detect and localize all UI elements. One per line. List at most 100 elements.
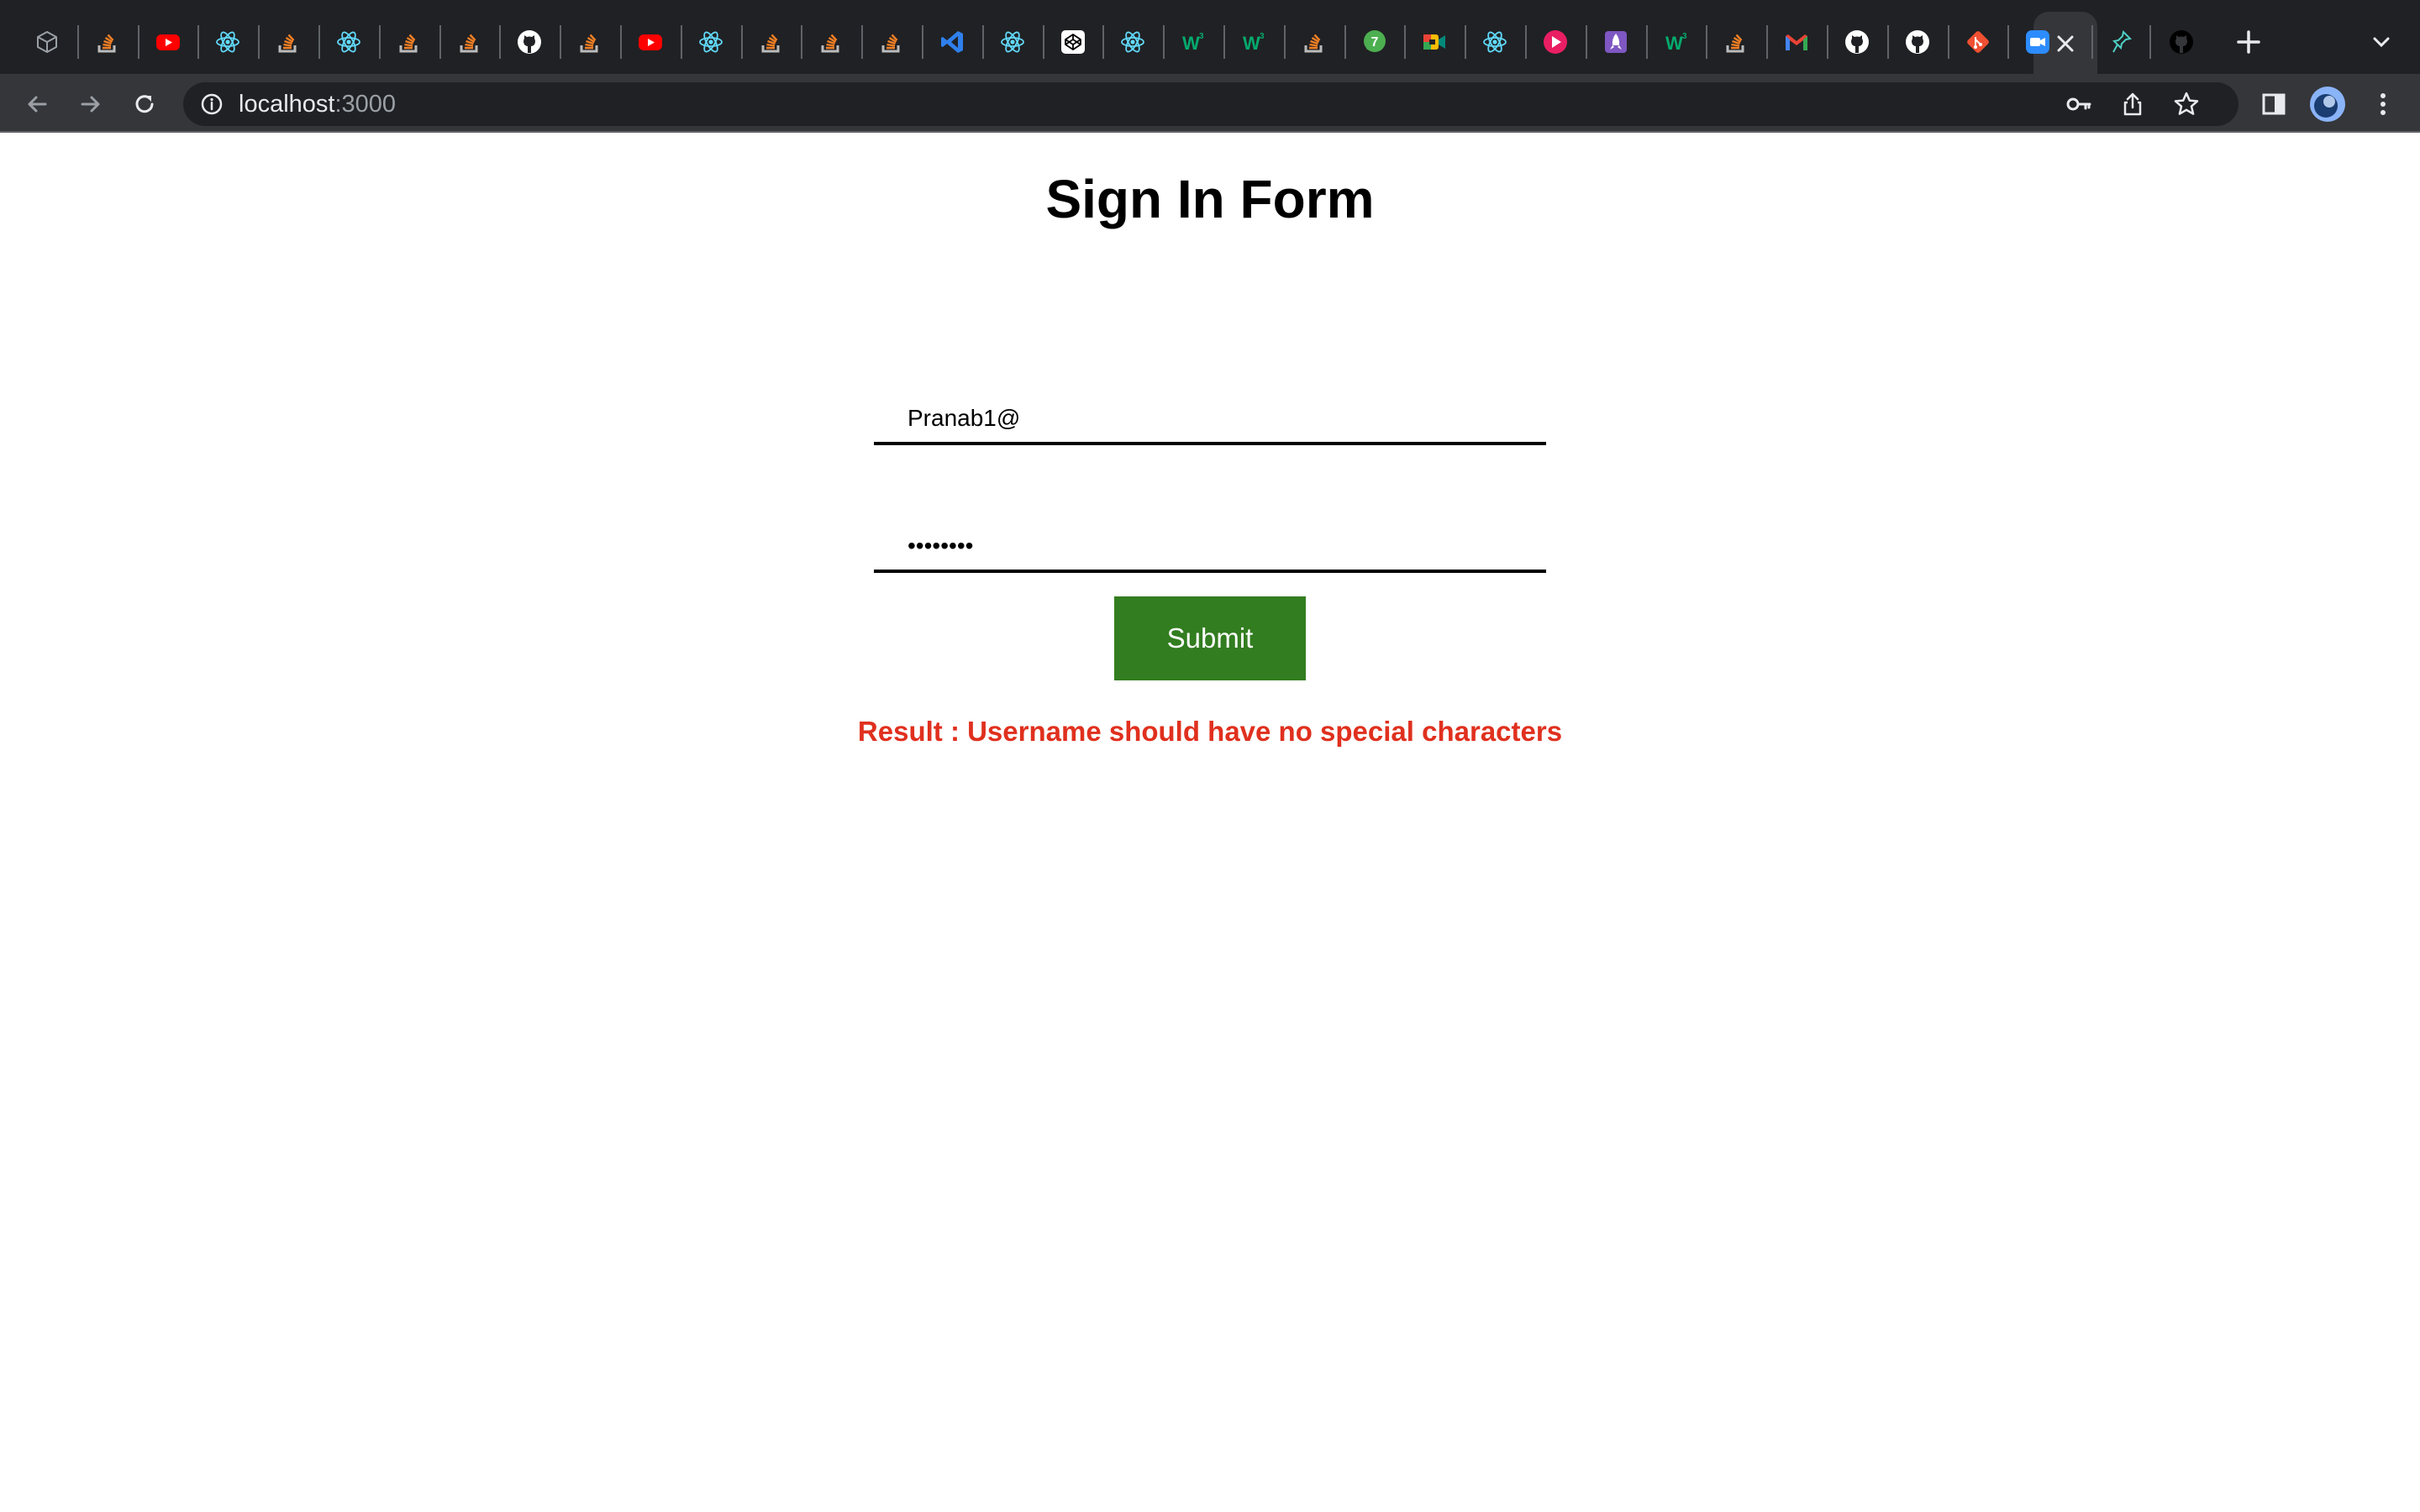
stackoverflow-icon <box>399 34 418 53</box>
avatar <box>2310 87 2345 122</box>
url-port: :3000 <box>334 91 397 118</box>
profile-button[interactable] <box>2309 86 2346 123</box>
gmail-icon <box>1786 34 1807 50</box>
reload-button[interactable] <box>126 86 163 123</box>
tab-separator <box>2091 25 2093 59</box>
youtube-icon <box>639 34 662 50</box>
browser-tab[interactable] <box>623 15 677 69</box>
tab-search-button[interactable] <box>2354 15 2408 69</box>
browser-tab[interactable]: W3 <box>1227 15 1281 69</box>
browser-tab[interactable] <box>1830 15 1884 69</box>
browser-tab[interactable] <box>2011 15 2065 69</box>
stackoverflow-icon <box>881 34 900 53</box>
vscode-icon <box>941 31 963 53</box>
username-input[interactable] <box>874 395 1546 445</box>
browser-tab[interactable] <box>502 15 556 69</box>
tab-separator <box>1525 25 1527 59</box>
back-button[interactable] <box>18 86 55 123</box>
browser-tab[interactable] <box>684 15 738 69</box>
stackoverflow-icon <box>1726 34 1744 53</box>
browser-tab[interactable] <box>1709 15 1763 69</box>
tab-separator <box>741 25 743 59</box>
browser-tab[interactable] <box>201 15 255 69</box>
browser-tab[interactable] <box>1287 15 1341 69</box>
react-icon <box>1483 31 1507 53</box>
react-icon <box>216 31 239 53</box>
password-key-button[interactable] <box>2060 86 2097 123</box>
new-tab-button[interactable] <box>2222 15 2275 69</box>
share-button[interactable] <box>2114 86 2151 123</box>
stackoverflow-icon <box>460 34 478 53</box>
forward-button[interactable] <box>72 86 109 123</box>
share-icon <box>2123 92 2142 116</box>
tab-separator <box>77 25 79 59</box>
browser-tab[interactable] <box>563 15 617 69</box>
reload-icon <box>135 95 154 113</box>
browser-tab[interactable] <box>20 15 74 69</box>
browser-tab[interactable] <box>141 15 195 69</box>
zoom-icon <box>2026 30 2049 54</box>
tab-separator <box>1404 25 1406 59</box>
tab-separator <box>1284 25 1286 59</box>
pin-icon <box>2112 29 2133 53</box>
stackoverflow-icon <box>761 34 780 53</box>
browser-tab[interactable] <box>1046 15 1100 69</box>
tab-separator <box>138 25 139 59</box>
browser-tab[interactable] <box>261 15 315 69</box>
github-icon <box>2170 30 2193 54</box>
browser-toolbar: localhost:3000 <box>0 74 2420 133</box>
tab-separator <box>2007 25 2009 59</box>
tab-separator <box>1948 25 1949 59</box>
page-title: Sign In Form <box>1045 169 1375 229</box>
more-vertical-icon <box>2381 93 2386 115</box>
browser-tab[interactable] <box>804 15 858 69</box>
browser-tab[interactable] <box>2096 15 2150 69</box>
w3schools-icon: W3 <box>1243 32 1265 54</box>
browser-tab[interactable] <box>1407 15 1461 69</box>
svg-text:3: 3 <box>1682 32 1687 41</box>
browser-tab[interactable] <box>1589 15 1643 69</box>
browser-tab[interactable] <box>925 15 979 69</box>
browser-tab[interactable] <box>443 15 497 69</box>
browser-tab[interactable] <box>1468 15 1522 69</box>
play-icon <box>1544 30 1567 54</box>
browser-tab[interactable] <box>382 15 436 69</box>
browser-tab[interactable] <box>986 15 1039 69</box>
password-input[interactable] <box>874 522 1546 573</box>
tab-strip: W3W37W3 <box>0 0 2420 76</box>
submit-button[interactable]: Submit <box>1114 596 1306 680</box>
browser-tab[interactable] <box>1528 15 1582 69</box>
browser-tab[interactable] <box>2154 15 2208 69</box>
plus-icon <box>2237 30 2260 54</box>
browser-tab[interactable] <box>322 15 376 69</box>
browser-tab[interactable] <box>1951 15 2005 69</box>
tab-separator <box>379 25 381 59</box>
key-icon <box>2066 97 2091 111</box>
browser-tab[interactable]: W3 <box>1166 15 1220 69</box>
browser-tab[interactable] <box>744 15 798 69</box>
browser-tab[interactable] <box>865 15 918 69</box>
side-panel-button[interactable] <box>2255 86 2292 123</box>
github-icon <box>1906 30 1929 54</box>
address-bar[interactable]: localhost:3000 <box>183 82 2238 126</box>
bookmark-button[interactable] <box>2168 86 2205 123</box>
url-text[interactable]: localhost:3000 <box>239 91 396 118</box>
tab-separator <box>439 25 441 59</box>
tab-separator <box>2149 25 2151 59</box>
svg-text:W: W <box>1665 33 1683 54</box>
tab-separator <box>1344 25 1346 59</box>
tab-separator <box>1646 25 1648 59</box>
browser-tab[interactable] <box>1770 15 1823 69</box>
browser-tab[interactable] <box>1891 15 1944 69</box>
menu-button[interactable] <box>2365 86 2402 123</box>
browser-tab[interactable]: 7 <box>1348 15 1402 69</box>
browser-tab[interactable] <box>1106 15 1160 69</box>
tab-separator <box>982 25 984 59</box>
tab-separator <box>1887 25 1889 59</box>
side-panel-icon <box>2262 93 2286 115</box>
browser-tab[interactable]: W3 <box>1649 15 1703 69</box>
w3schools-icon: W3 <box>1665 32 1687 54</box>
browser-tab[interactable] <box>81 15 134 69</box>
tab-separator <box>922 25 923 59</box>
rocket-icon <box>1605 31 1627 53</box>
